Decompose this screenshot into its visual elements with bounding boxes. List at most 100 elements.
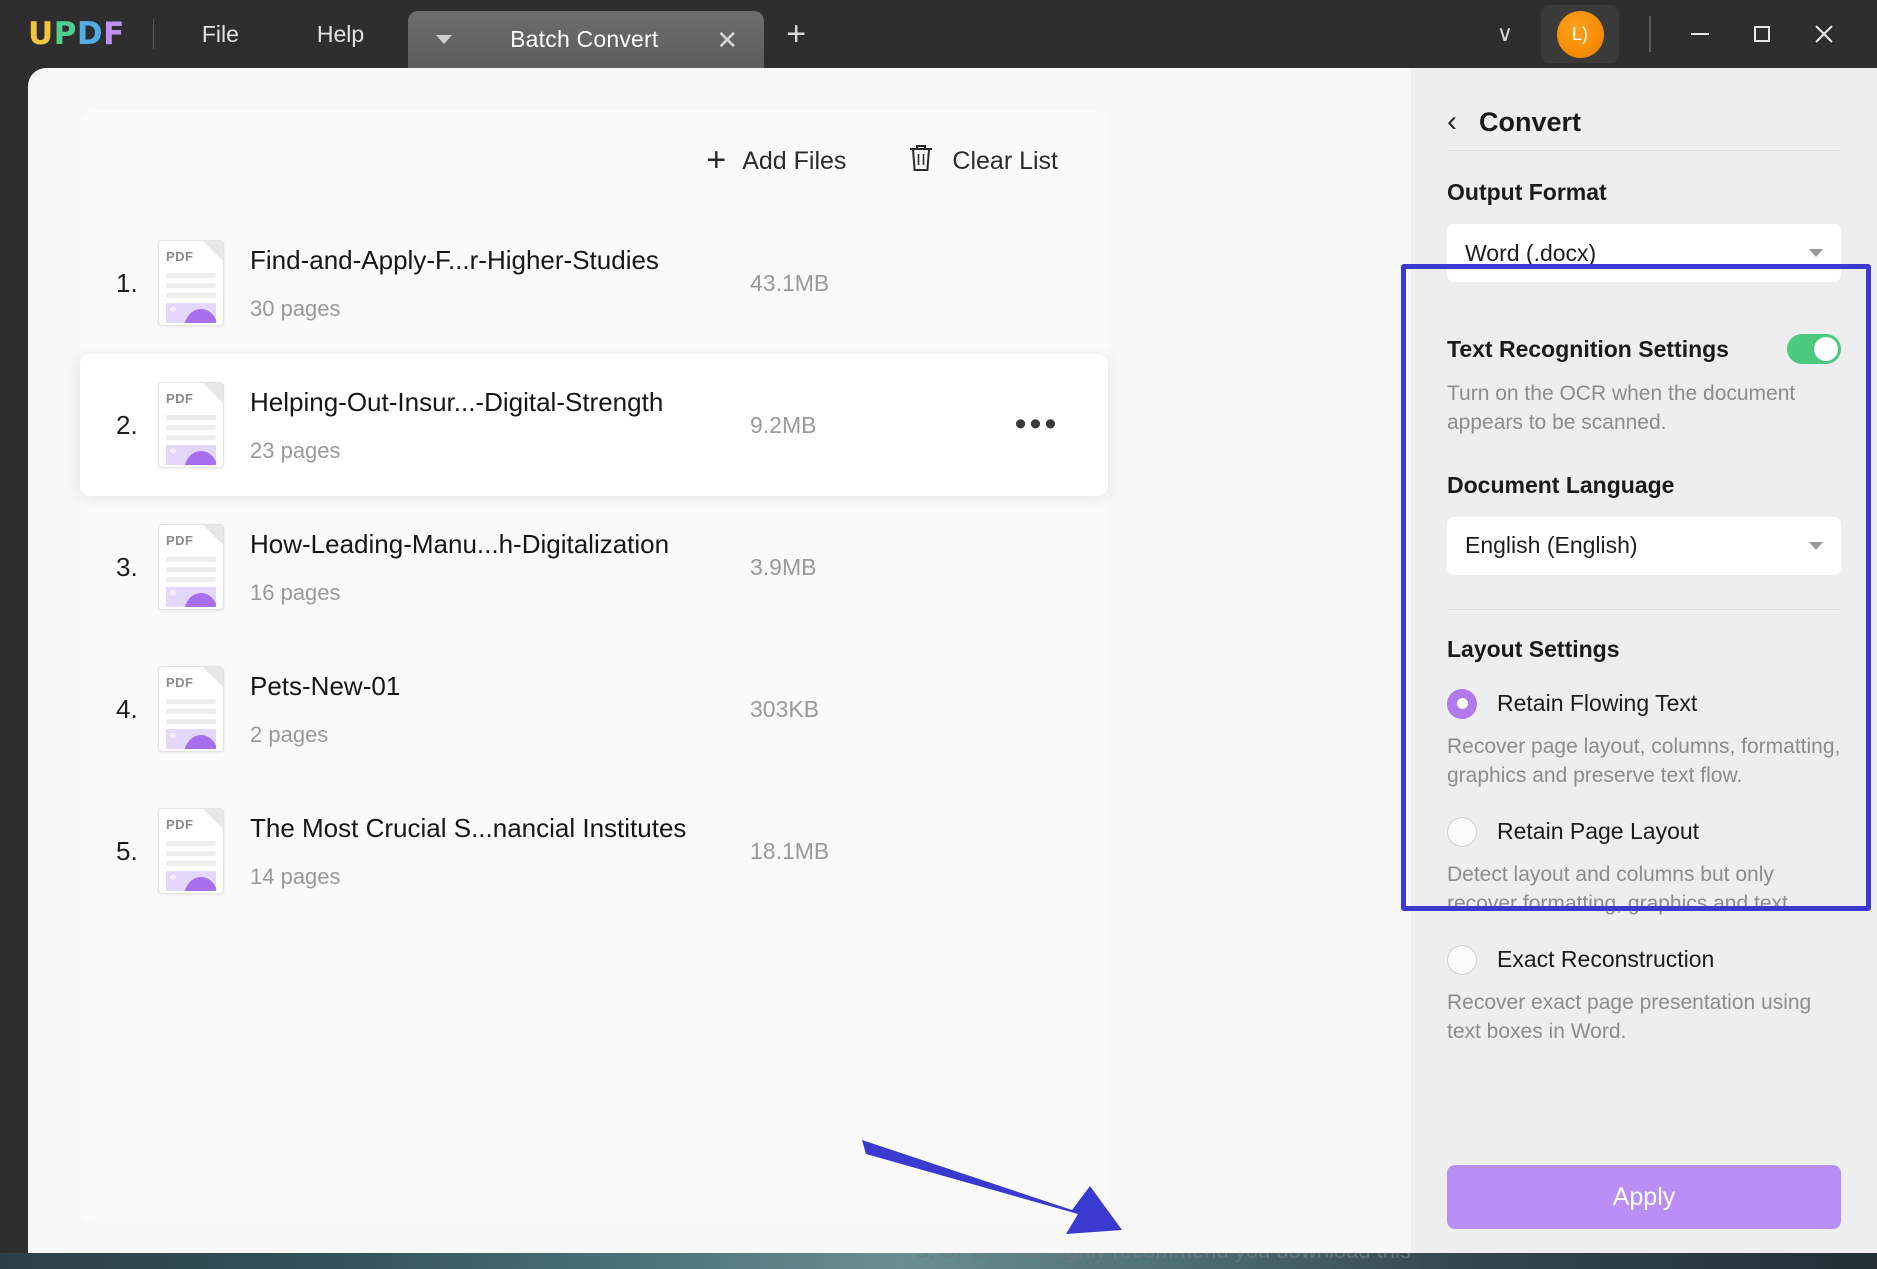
divider (1447, 609, 1841, 610)
layout-option-label: Retain Flowing Text (1497, 690, 1697, 717)
pdf-icon-label: PDF (166, 249, 194, 264)
document-language-heading: Document Language (1447, 472, 1841, 499)
chevron-down-icon (1809, 249, 1823, 257)
pdf-file-icon: PDF (158, 524, 224, 610)
table-row[interactable]: 1. PDF Find-and-Apply-F...r-Higher-Studi… (80, 212, 1108, 354)
logo-letter-d: D (77, 16, 103, 52)
menu-help[interactable]: Help (297, 15, 384, 54)
titlebar-divider (153, 19, 154, 49)
file-name: The Most Crucial S...nancial Institutes (250, 813, 750, 844)
layout-option-label: Retain Page Layout (1497, 818, 1699, 845)
icon-line (166, 283, 216, 288)
minimize-button[interactable] (1669, 3, 1731, 65)
file-size: 9.2MB (750, 412, 1010, 439)
apply-button[interactable]: Apply (1447, 1165, 1841, 1229)
output-format-select[interactable]: Word (.docx) (1447, 224, 1841, 282)
layout-option-retain-page-layout[interactable]: Retain Page Layout (1447, 817, 1841, 847)
text-recognition-heading: Text Recognition Settings (1447, 336, 1787, 363)
pdf-file-icon: PDF (158, 382, 224, 468)
menu-file[interactable]: File (182, 15, 259, 54)
add-files-button[interactable]: + Add Files (698, 141, 854, 182)
radio-button[interactable] (1447, 689, 1477, 719)
pdf-file-icon: PDF (158, 666, 224, 752)
page-fold (203, 241, 223, 261)
table-row[interactable]: 2. PDF Helping-Out-Insur...-Digital-Stre… (80, 354, 1108, 496)
row-index: 5. (116, 836, 158, 867)
back-chevron-icon[interactable]: ‹ (1447, 107, 1457, 137)
file-meta: Helping-Out-Insur...-Digital-Strength 23… (250, 387, 750, 464)
layout-option-description: Detect layout and columns but only recov… (1447, 861, 1841, 919)
file-size: 18.1MB (750, 838, 1010, 865)
file-name: Pets-New-01 (250, 671, 750, 702)
chevron-down-icon (1809, 542, 1823, 550)
layout-settings-heading: Layout Settings (1447, 636, 1841, 663)
output-format-value: Word (.docx) (1465, 240, 1596, 267)
row-index: 3. (116, 552, 158, 583)
clear-list-label: Clear List (952, 147, 1058, 176)
radio-button[interactable] (1447, 817, 1477, 847)
pdf-icon-label: PDF (166, 675, 194, 690)
updf-app-window: UPDF File Help Batch Convert ✕ + ∨ L) (0, 0, 1877, 1253)
table-row[interactable]: 3. PDF How-Leading-Manu...h-Digitalizati… (80, 496, 1108, 638)
icon-line (166, 425, 216, 430)
file-name: Find-and-Apply-F...r-Higher-Studies (250, 245, 750, 276)
document-language-select[interactable]: English (English) (1447, 517, 1841, 575)
close-icon[interactable]: ✕ (716, 27, 738, 53)
titlebar-divider (1649, 16, 1651, 52)
file-list-toolbar: + Add Files C (80, 110, 1108, 212)
row-more-button[interactable]: ••• (1010, 418, 1064, 432)
icon-image-placeholder (166, 729, 216, 749)
icon-line (166, 273, 216, 278)
clear-list-button[interactable]: Clear List (898, 136, 1066, 187)
file-list: 1. PDF Find-and-Apply-F...r-Higher-Studi… (80, 212, 1108, 922)
icon-image-placeholder (166, 871, 216, 891)
file-pages: 30 pages (250, 296, 750, 322)
layout-option-description: Recover page layout, columns, formatting… (1447, 733, 1841, 791)
avatar: L) (1557, 11, 1604, 58)
page-fold (203, 809, 223, 829)
icon-image-placeholder (166, 445, 216, 465)
row-index: 1. (116, 268, 158, 299)
icon-line (166, 557, 216, 562)
chevron-down-icon[interactable] (436, 35, 452, 44)
row-index: 4. (116, 694, 158, 725)
icon-line (166, 841, 216, 846)
logo-letter-u: U (28, 16, 54, 52)
icon-image-placeholder (166, 587, 216, 607)
icon-line (166, 709, 216, 714)
add-files-label: Add Files (742, 147, 846, 176)
account-button[interactable]: L) (1541, 5, 1619, 63)
title-bar: UPDF File Help Batch Convert ✕ + ∨ L) (0, 0, 1877, 68)
page-fold (203, 383, 223, 403)
file-meta: How-Leading-Manu...h-Digitalization 16 p… (250, 529, 750, 606)
file-size: 303KB (750, 696, 1010, 723)
file-pages: 14 pages (250, 864, 750, 890)
tab-title: Batch Convert (452, 26, 716, 53)
table-row[interactable]: 4. PDF Pets-New-01 2 pages (80, 638, 1108, 780)
file-size: 3.9MB (750, 554, 1010, 581)
close-window-button[interactable] (1793, 3, 1855, 65)
tab-strip: Batch Convert ✕ + (408, 0, 806, 68)
layout-option-exact-reconstruction[interactable]: Exact Reconstruction (1447, 945, 1841, 975)
logo-letter-f: F (103, 16, 125, 52)
pdf-icon-label: PDF (166, 391, 194, 406)
icon-line (166, 861, 216, 866)
chevron-down-icon[interactable]: ∨ (1481, 11, 1529, 57)
tab-batch-convert[interactable]: Batch Convert ✕ (408, 11, 764, 68)
maximize-button[interactable] (1731, 3, 1793, 65)
layout-option-retain-flowing-text[interactable]: Retain Flowing Text (1447, 689, 1841, 719)
file-list-panel: + Add Files C (80, 110, 1108, 1223)
table-row[interactable]: 5. PDF The Most Crucial S...nancial Inst… (80, 780, 1108, 922)
new-tab-button[interactable]: + (786, 15, 806, 54)
apply-button-container: Apply (1411, 1165, 1877, 1253)
ocr-settings-group: Text Recognition Settings Turn on the OC… (1411, 282, 1877, 1047)
icon-line (166, 435, 216, 440)
radio-button[interactable] (1447, 945, 1477, 975)
pdf-icon-label: PDF (166, 817, 194, 832)
updf-logo[interactable]: UPDF (28, 16, 125, 52)
titlebar-right-controls: ∨ L) (1481, 3, 1855, 65)
convert-settings-panel: ‹ Convert Output Format Word (.docx) Tex… (1411, 68, 1877, 1253)
icon-line (166, 567, 216, 572)
panel-header: ‹ Convert (1411, 68, 1877, 150)
text-recognition-toggle[interactable] (1787, 334, 1841, 364)
